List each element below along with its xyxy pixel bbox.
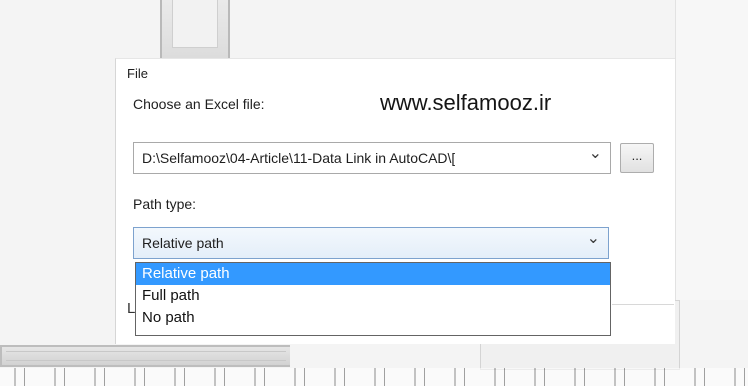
file-group-title: File bbox=[125, 66, 150, 81]
path-type-label: Path type: bbox=[133, 196, 197, 212]
option-relative-path[interactable]: Relative path bbox=[136, 263, 610, 285]
path-type-value: Relative path bbox=[142, 235, 224, 251]
obscured-group-box bbox=[612, 304, 674, 345]
browse-button[interactable]: ... bbox=[620, 143, 654, 173]
path-type-combobox[interactable]: Relative path ⌄ bbox=[133, 227, 609, 259]
excel-file-path-value: D:\Selfamooz\04-Article\11-Data Link in … bbox=[142, 150, 456, 166]
option-full-path[interactable]: Full path bbox=[136, 285, 610, 307]
chevron-down-icon[interactable]: ⌄ bbox=[587, 228, 600, 250]
watermark-text: www.selfamooz.ir bbox=[380, 90, 552, 115]
background-frame-bottom-left-inner bbox=[6, 351, 286, 361]
background-text-strip bbox=[0, 368, 748, 386]
choose-excel-label: Choose an Excel file: bbox=[133, 96, 265, 112]
background-panel-right bbox=[675, 0, 748, 300]
background-frame-top-inner bbox=[172, 0, 218, 48]
option-no-path[interactable]: No path bbox=[136, 307, 610, 329]
excel-file-combobox[interactable]: D:\Selfamooz\04-Article\11-Data Link in … bbox=[133, 142, 611, 174]
path-type-dropdown-list: Relative path Full path No path bbox=[135, 262, 611, 336]
chevron-down-icon[interactable]: ⌄ bbox=[589, 143, 602, 165]
